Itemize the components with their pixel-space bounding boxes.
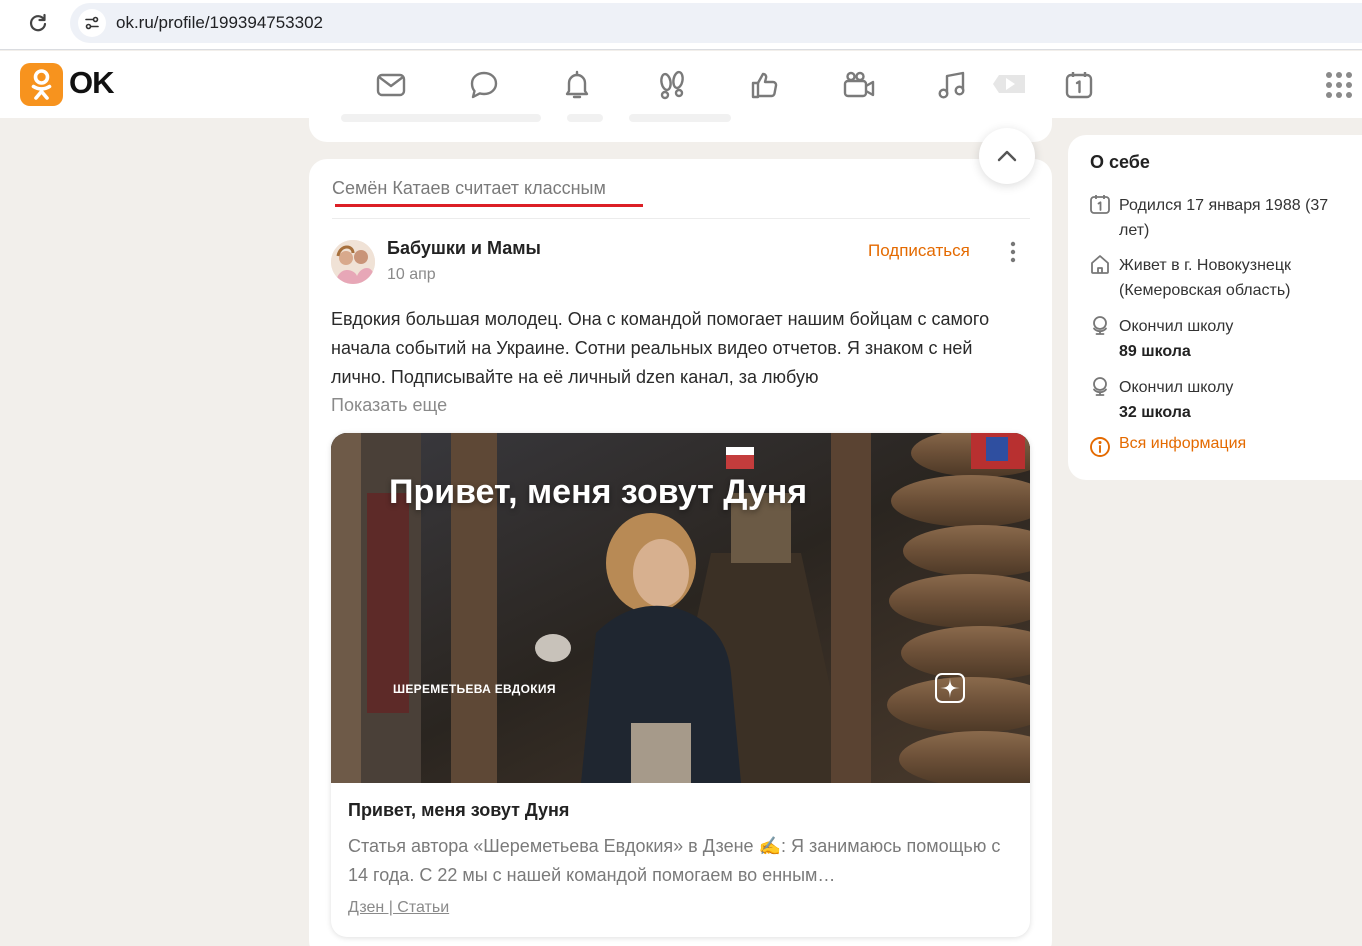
- reload-icon[interactable]: [26, 11, 50, 35]
- chevron-up-icon: [997, 150, 1017, 162]
- home-icon: [1089, 253, 1111, 275]
- ok-logo-icon[interactable]: [20, 63, 63, 106]
- school-name[interactable]: 32 школа: [1119, 400, 1354, 425]
- event-title[interactable]: Семён Катаев считает классным: [332, 178, 606, 199]
- address-bar[interactable]: ok.ru/profile/199394753302: [70, 3, 1362, 43]
- about-item-text: Живет в г. Новокузнецк (Кемеровская обла…: [1119, 257, 1291, 299]
- info-icon: [1089, 436, 1111, 462]
- like-icon[interactable]: [748, 68, 782, 102]
- about-item-text: Окончил школу: [1119, 318, 1234, 335]
- video-camera-icon[interactable]: [842, 68, 876, 102]
- dzen-logo-icon: [935, 673, 965, 703]
- school-name[interactable]: 89 школа: [1119, 339, 1354, 364]
- bell-icon[interactable]: [560, 68, 594, 102]
- action-pill[interactable]: [341, 114, 541, 122]
- post-text: Евдокия большая молодец. Она с командой …: [331, 309, 990, 387]
- article-source-link[interactable]: Дзен | Статьи: [348, 899, 449, 917]
- music-icon[interactable]: [935, 68, 969, 102]
- about-title: О себе: [1090, 152, 1150, 172]
- article-title[interactable]: Привет, меня зовут Дуня: [348, 800, 569, 821]
- globe-icon: [1089, 375, 1111, 397]
- globe-icon: [1089, 314, 1111, 336]
- all-info-label[interactable]: Вся информация: [1119, 435, 1246, 453]
- article-preview[interactable]: Привет, меня зовут Дуня ШЕРЕМЕТЬЕВА ЕВДО…: [331, 433, 1030, 937]
- chat-icon[interactable]: [467, 68, 501, 102]
- action-pill[interactable]: [567, 114, 603, 122]
- article-image-author: ШЕРЕМЕТЬЕВА ЕВДОКИЯ: [393, 682, 556, 696]
- feed-post-card: Семён Катаев считает классным Бабушки и …: [309, 159, 1052, 946]
- guests-icon[interactable]: [655, 68, 689, 102]
- about-school-2: Окончил школу 32 школа: [1089, 375, 1349, 425]
- subscribe-button[interactable]: Подписаться: [868, 241, 970, 261]
- more-options-icon[interactable]: [1005, 241, 1021, 263]
- browser-toolbar: ok.ru/profile/199394753302: [0, 0, 1362, 50]
- event-underline: [335, 204, 643, 207]
- site-settings-icon[interactable]: [78, 9, 106, 37]
- previous-post-card: [309, 100, 1052, 142]
- post-date[interactable]: 10 апр: [387, 266, 436, 284]
- group-name[interactable]: Бабушки и Мамы: [387, 238, 541, 259]
- group-avatar[interactable]: [331, 240, 375, 284]
- calendar-icon: [1089, 193, 1111, 215]
- action-pill[interactable]: [629, 114, 731, 122]
- article-description: Статья автора «Шереметьева Евдокия» в Дз…: [348, 836, 1001, 885]
- calendar-icon[interactable]: [1062, 68, 1096, 102]
- about-card: О себе Родился 17 января 1988 (37 лет) Ж…: [1068, 135, 1362, 480]
- apps-grid-icon[interactable]: [1325, 71, 1353, 99]
- video-play-icon[interactable]: [990, 67, 1028, 101]
- about-item-text: Родился 17 января 1988 (37 лет): [1119, 197, 1329, 239]
- scroll-up-button[interactable]: [979, 128, 1035, 184]
- mail-icon[interactable]: [374, 68, 408, 102]
- about-item-text: Окончил школу: [1119, 379, 1234, 396]
- logo-text[interactable]: OK: [69, 65, 114, 101]
- about-school-1: Окончил школу 89 школа: [1089, 314, 1349, 364]
- show-more-link[interactable]: Показать еще: [331, 395, 447, 416]
- article-image[interactable]: Привет, меня зовут Дуня ШЕРЕМЕТЬЕВА ЕВДО…: [331, 433, 1030, 783]
- article-image-title: Привет, меня зовут Дуня: [389, 473, 808, 511]
- about-birthday: Родился 17 января 1988 (37 лет): [1089, 193, 1349, 243]
- divider: [332, 218, 1030, 219]
- url-text: ok.ru/profile/199394753302: [116, 13, 323, 32]
- about-residence: Живет в г. Новокузнецк (Кемеровская обла…: [1089, 253, 1349, 303]
